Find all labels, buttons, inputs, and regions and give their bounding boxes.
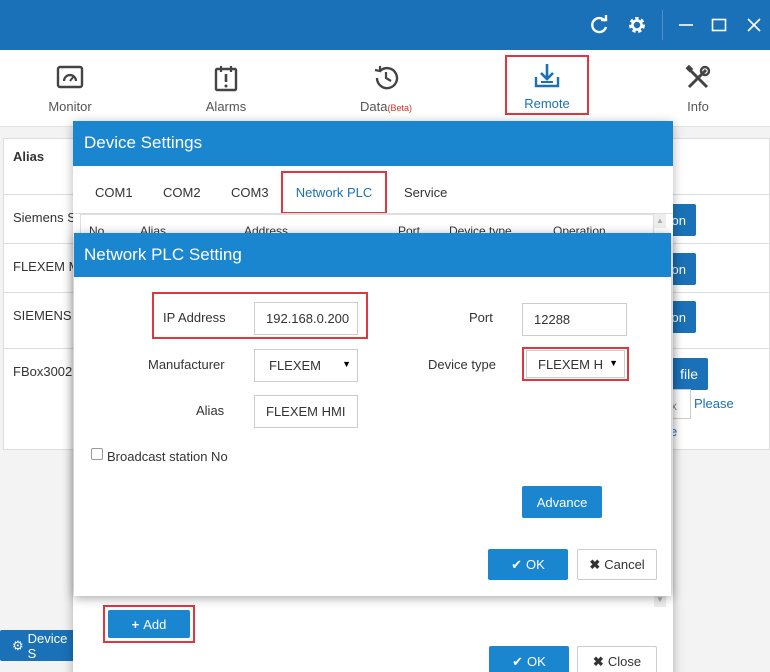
minimize-icon[interactable]: [674, 13, 698, 37]
advance-button[interactable]: Advance: [522, 486, 602, 518]
x-icon: ✖: [592, 653, 604, 669]
broadcast-checkbox[interactable]: [91, 448, 103, 460]
device-type-label: Device type: [428, 357, 496, 372]
network-plc-ok-button[interactable]: ✔ OK: [488, 549, 568, 580]
network-plc-cancel-button[interactable]: ✖ Cancel: [577, 549, 657, 580]
tab-com3[interactable]: COM3: [231, 185, 269, 200]
nav-data-text: Data: [360, 99, 388, 114]
manufacturer-label: Manufacturer: [148, 357, 225, 372]
alarm-icon: [211, 63, 241, 93]
nav-info[interactable]: Info: [665, 50, 731, 127]
dialog-title: Device Settings: [73, 121, 673, 166]
cancel-label: Cancel: [604, 557, 645, 572]
tab-com1[interactable]: COM1: [95, 185, 133, 200]
alias-label: Alias: [196, 403, 225, 418]
tab-com2[interactable]: COM2: [163, 185, 201, 200]
alias-input[interactable]: FLEXEM HMI: [254, 395, 358, 428]
please-link[interactable]: Please: [694, 396, 734, 411]
device-type-select[interactable]: FLEXEM H ▼: [526, 350, 625, 378]
main-nav: Monitor Alarms Data(Beta) Remote Info: [0, 50, 770, 127]
device-settings-ok-button[interactable]: ✔ OK: [489, 646, 569, 672]
device-button-label: Device S: [27, 630, 68, 661]
download-icon: [532, 60, 562, 90]
beta-badge: (Beta): [387, 103, 412, 113]
nav-remote-label: Remote: [524, 95, 570, 111]
scroll-up-button[interactable]: ▲: [654, 214, 666, 228]
device-settings-close-button[interactable]: ✖ Close: [577, 646, 657, 672]
tab-network-plc[interactable]: Network PLC: [281, 171, 387, 214]
port-input[interactable]: 12288: [522, 303, 627, 336]
nav-remote[interactable]: Remote: [505, 55, 589, 115]
close-label: Close: [607, 654, 642, 669]
nav-monitor-label: Monitor: [48, 99, 92, 114]
ok-label: OK: [526, 557, 545, 572]
history-icon: [371, 63, 401, 93]
nav-data-label: Data(Beta): [360, 99, 412, 114]
broadcast-label: Broadcast station No: [107, 449, 228, 464]
manufacturer-select[interactable]: FLEXEM ▼: [254, 349, 358, 382]
port-label: Port: [469, 310, 493, 325]
nav-info-label: Info: [687, 99, 709, 114]
title-separator: [662, 10, 663, 40]
dialog-title: Network PLC Setting: [74, 233, 671, 277]
tab-service[interactable]: Service: [404, 185, 447, 200]
add-button[interactable]: + Add: [108, 610, 190, 638]
ip-label: IP Address: [163, 310, 226, 325]
nav-monitor[interactable]: Monitor: [35, 50, 105, 127]
plus-icon: +: [131, 616, 140, 632]
nav-alarms-label: Alarms: [205, 99, 247, 114]
row-alias: FBox30021: [13, 364, 80, 379]
monitor-icon: [55, 63, 85, 93]
close-icon[interactable]: [742, 13, 766, 37]
check-icon: ✔: [511, 556, 523, 572]
manufacturer-value: FLEXEM: [269, 358, 322, 373]
dropdown-arrow-icon: ▼: [609, 358, 618, 368]
network-plc-dialog: Network PLC Setting IP Address 192.168.0…: [74, 233, 671, 596]
gear-icon[interactable]: [625, 13, 649, 37]
refresh-icon[interactable]: [587, 13, 611, 37]
device-type-value: FLEXEM H: [538, 357, 604, 372]
alias-column-header: Alias: [13, 149, 45, 164]
check-icon: ✔: [512, 653, 524, 669]
device-settings-button[interactable]: ⚙ Device S: [0, 630, 74, 661]
title-bar: [0, 0, 770, 50]
tools-icon: [683, 63, 713, 93]
ip-address-input[interactable]: 192.168.0.200: [254, 302, 358, 335]
add-button-highlight: + Add: [103, 605, 195, 643]
nav-data[interactable]: Data(Beta): [350, 50, 422, 127]
add-button-label: Add: [143, 616, 167, 632]
gear-icon: ⚙: [12, 637, 24, 653]
nav-alarms[interactable]: Alarms: [191, 50, 261, 127]
x-icon: ✖: [589, 556, 601, 572]
dropdown-arrow-icon: ▼: [342, 359, 351, 369]
maximize-icon[interactable]: [707, 13, 731, 37]
ok-label: OK: [527, 654, 546, 669]
